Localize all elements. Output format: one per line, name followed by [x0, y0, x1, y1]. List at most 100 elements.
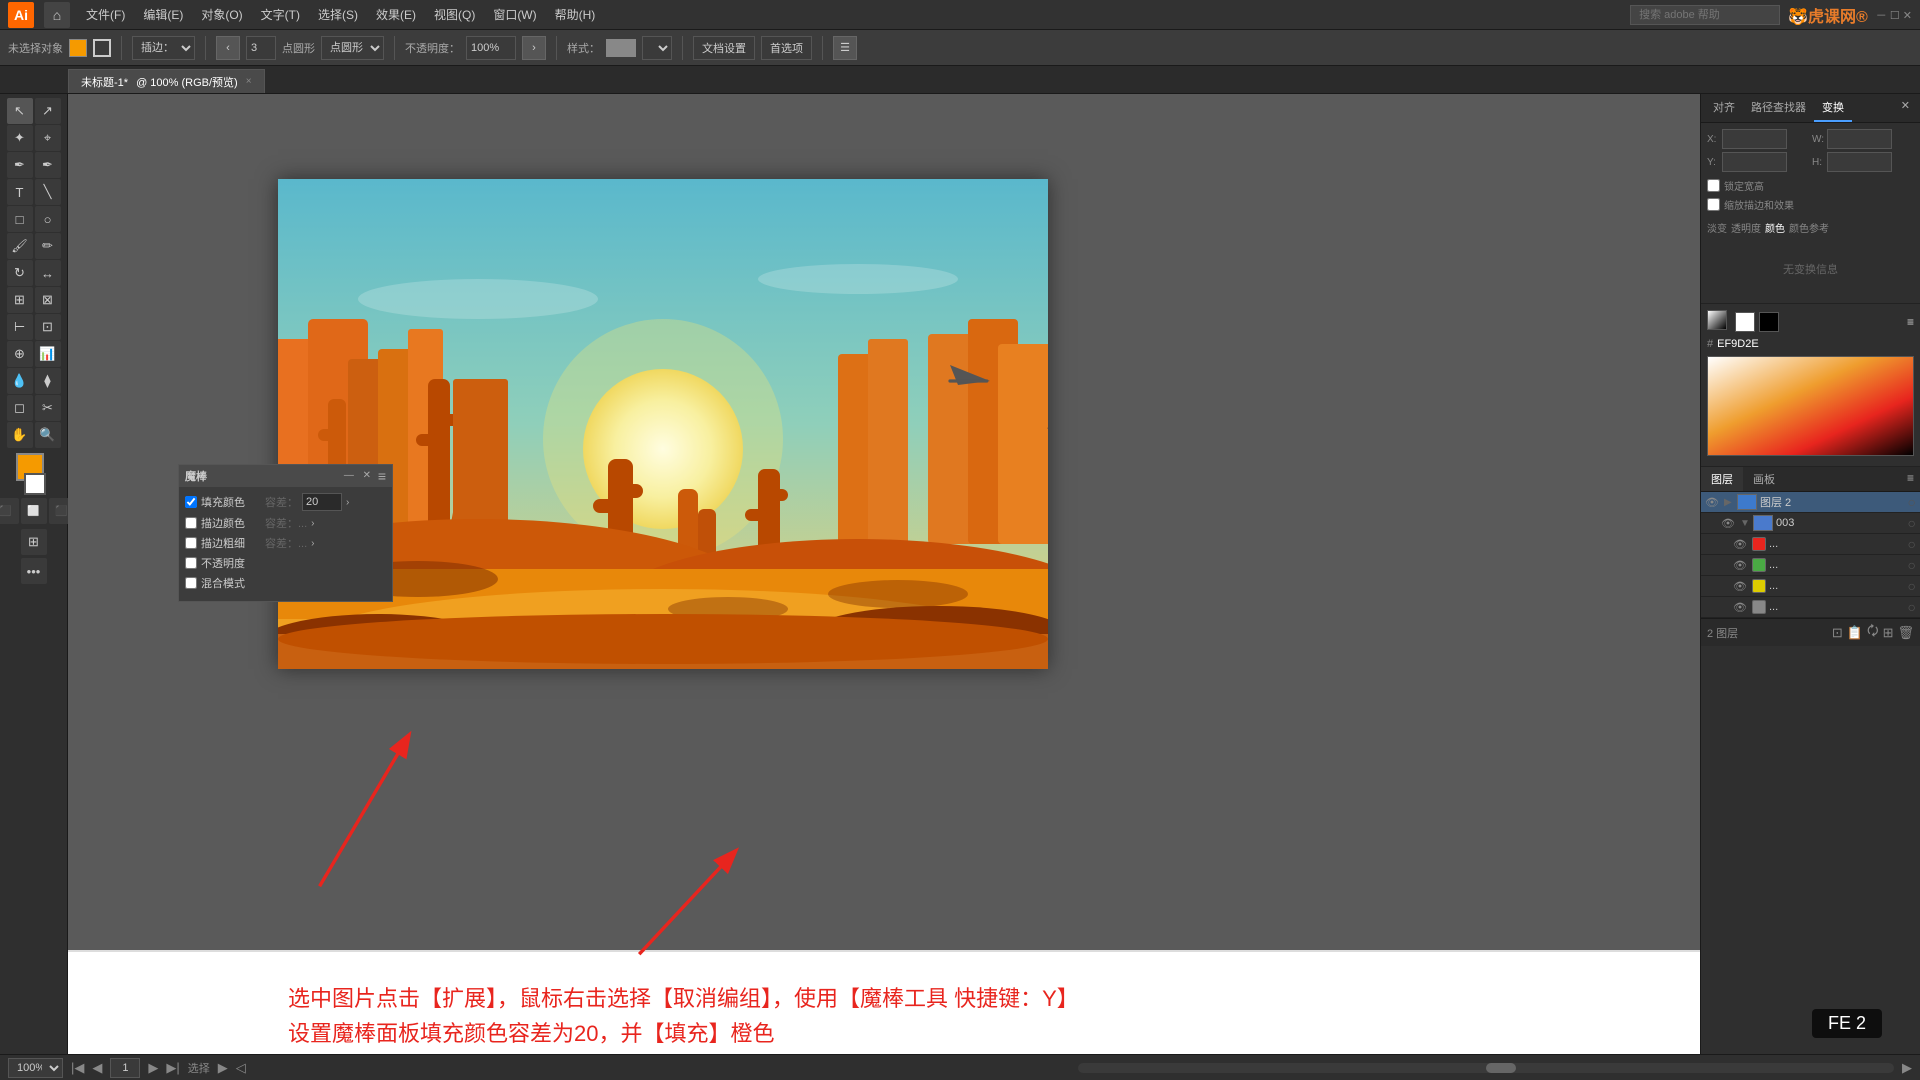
- panel-menu-icon[interactable]: ≡: [378, 468, 386, 484]
- opacity-input[interactable]: [466, 36, 516, 60]
- width-tool[interactable]: ⊢: [7, 314, 33, 340]
- rect-tool[interactable]: □: [7, 206, 33, 232]
- stroke-weight-checkbox[interactable]: [185, 537, 197, 549]
- visibility-icon[interactable]: 👁: [1733, 580, 1749, 593]
- color-ref-panel-label[interactable]: 颜色参考: [1789, 220, 1829, 235]
- shape-select[interactable]: 点圆形: [321, 36, 384, 60]
- chart-tool[interactable]: 📊: [35, 341, 61, 367]
- tolerance-arrow[interactable]: ›: [346, 497, 349, 508]
- paintbrush-tool[interactable]: 🖌: [7, 233, 33, 259]
- artboards-tool[interactable]: ⊞: [21, 529, 47, 555]
- screen-mode-2[interactable]: ⬜: [21, 498, 47, 524]
- text-tool[interactable]: T: [7, 179, 33, 205]
- menu-select[interactable]: 选择(S): [310, 3, 366, 26]
- fade-panel-label[interactable]: 淡变: [1707, 220, 1727, 235]
- search-input[interactable]: [1630, 5, 1780, 25]
- page-number-input[interactable]: [110, 1058, 140, 1078]
- scroll-track[interactable]: [1078, 1063, 1894, 1073]
- transform-tab[interactable]: 变换: [1814, 94, 1852, 122]
- eraser-tool[interactable]: ◻: [7, 395, 33, 421]
- style-select[interactable]: [642, 36, 672, 60]
- transparency-panel-label[interactable]: 透明度: [1731, 220, 1761, 235]
- layer-target[interactable]: ○: [1908, 515, 1916, 531]
- expand-arrow[interactable]: ▶: [1724, 497, 1734, 508]
- layer-comp-icon[interactable]: 🗘: [1867, 622, 1879, 644]
- stroke-indicator[interactable]: [93, 39, 111, 57]
- right-panel-close-button[interactable]: ✕: [1895, 94, 1916, 122]
- layer-row[interactable]: 👁 ▼ 003 ○: [1701, 513, 1920, 534]
- layer-row[interactable]: 👁 ... ○: [1701, 576, 1920, 597]
- panel-close-button[interactable]: ✕: [360, 468, 374, 482]
- h-input[interactable]: [1827, 152, 1892, 172]
- color-picker-gradient[interactable]: [1707, 356, 1914, 456]
- zoom-select[interactable]: 100% 50% 200%: [8, 1058, 63, 1078]
- color-panel-menu[interactable]: ≡: [1907, 315, 1914, 329]
- free-transform-tool[interactable]: ⊡: [35, 314, 61, 340]
- panel-minimize-button[interactable]: —: [342, 468, 356, 482]
- scale-tool[interactable]: ⊞: [7, 287, 33, 313]
- menu-window[interactable]: 窗口(W): [485, 3, 544, 26]
- w-input[interactable]: [1827, 129, 1892, 149]
- opacity-arrow[interactable]: ›: [522, 36, 546, 60]
- points-decrease-button[interactable]: ‹: [216, 36, 240, 60]
- new-layer-icon[interactable]: 📋: [1847, 625, 1863, 641]
- scissors-tool[interactable]: ✂: [35, 395, 61, 421]
- scroll-thumb[interactable]: [1486, 1063, 1516, 1073]
- menu-text[interactable]: 文字(T): [253, 3, 308, 26]
- shape-builder-tool[interactable]: ⊕: [7, 341, 33, 367]
- menu-file[interactable]: 文件(F): [78, 3, 133, 26]
- gradient-icon[interactable]: [1707, 310, 1731, 334]
- layer-row[interactable]: 👁 ... ○: [1701, 597, 1920, 618]
- stroke-color-arrow[interactable]: ›: [311, 518, 314, 529]
- menu-effect[interactable]: 效果(E): [368, 3, 424, 26]
- next-page-button[interactable]: ▶: [148, 1060, 158, 1076]
- stroke-color-checkbox[interactable]: [185, 517, 197, 529]
- magic-wand-tool[interactable]: ✦: [7, 125, 33, 151]
- direct-select-tool[interactable]: ↗: [35, 98, 61, 124]
- zoom-tool[interactable]: 🔍: [35, 422, 61, 448]
- background-color[interactable]: [24, 473, 46, 495]
- menu-object[interactable]: 对象(O): [193, 3, 250, 26]
- opacity-checkbox[interactable]: [185, 557, 197, 569]
- line-tool[interactable]: ╲: [35, 179, 61, 205]
- artboards-tab[interactable]: 画板: [1743, 467, 1785, 491]
- doc-settings-button[interactable]: 文档设置: [693, 36, 755, 60]
- layer-target[interactable]: ○: [1908, 536, 1916, 552]
- pathfinder-tab[interactable]: 路径查找器: [1743, 94, 1814, 122]
- make-mask-icon[interactable]: ⊡: [1832, 625, 1843, 641]
- warp-select[interactable]: 插边：: [132, 36, 195, 60]
- layer-row[interactable]: 👁 ... ○: [1701, 534, 1920, 555]
- reflect-tool[interactable]: ↔: [35, 260, 61, 286]
- tab-close-button[interactable]: ×: [246, 76, 252, 87]
- menu-view[interactable]: 视图(Q): [426, 3, 483, 26]
- lasso-tool[interactable]: ⌖: [35, 125, 61, 151]
- visibility-icon[interactable]: 👁: [1733, 601, 1749, 614]
- pencil-tool[interactable]: ✏: [35, 233, 61, 259]
- layer-row[interactable]: 👁 ... ○: [1701, 555, 1920, 576]
- visibility-icon[interactable]: 👁: [1733, 538, 1749, 551]
- y-input[interactable]: [1722, 152, 1787, 172]
- style-swatch[interactable]: [606, 39, 636, 57]
- rotate-tool[interactable]: ↻: [7, 260, 33, 286]
- layer-target[interactable]: ○: [1908, 578, 1916, 594]
- layers-panel-menu[interactable]: ≡: [1901, 467, 1920, 491]
- document-tab[interactable]: 未标题-1* @ 100% (RGB/预览) ×: [68, 69, 265, 93]
- scale-strokes-checkbox[interactable]: [1707, 198, 1720, 211]
- play-button[interactable]: ▶: [218, 1060, 228, 1076]
- x-input[interactable]: [1722, 129, 1787, 149]
- menu-help[interactable]: 帮助(H): [547, 3, 604, 26]
- window-controls[interactable]: － ☐ ✕: [1876, 7, 1912, 23]
- expand-arrow[interactable]: ▼: [1740, 518, 1750, 529]
- scroll-right-button[interactable]: ▶: [1902, 1060, 1912, 1076]
- points-input[interactable]: [246, 36, 276, 60]
- color-panel-label[interactable]: 颜色: [1765, 220, 1785, 235]
- layer-row[interactable]: 👁 ▶ 图层 2 ○: [1701, 492, 1920, 513]
- blend-mode-checkbox[interactable]: [185, 577, 197, 589]
- visibility-icon[interactable]: 👁: [1733, 559, 1749, 572]
- rewind-button[interactable]: ◁: [236, 1060, 246, 1076]
- add-anchor-tool[interactable]: ✒: [35, 152, 61, 178]
- warp-tool[interactable]: ⊠: [35, 287, 61, 313]
- hand-tool[interactable]: ✋: [7, 422, 33, 448]
- select-tool[interactable]: ↖: [7, 98, 33, 124]
- fill-color-checkbox[interactable]: [185, 496, 197, 508]
